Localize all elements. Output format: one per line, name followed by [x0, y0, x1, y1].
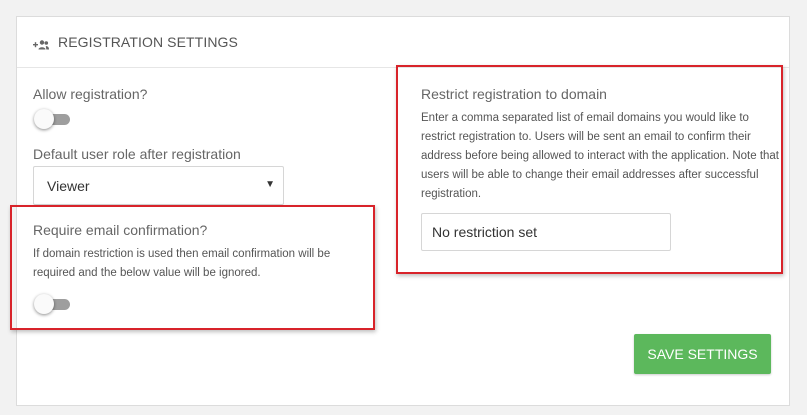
card-header: REGISTRATION SETTINGS	[17, 17, 789, 68]
add-users-icon	[33, 37, 49, 50]
email-confirmation-highlight	[10, 205, 375, 330]
default-role-label: Default user role after registration	[33, 146, 241, 162]
toggle-knob	[34, 109, 54, 129]
default-role-select[interactable]: Viewer ▼	[33, 166, 284, 205]
default-role-value: Viewer	[47, 178, 90, 194]
restrict-domain-highlight	[396, 65, 783, 274]
caret-down-icon: ▼	[265, 179, 275, 190]
save-settings-button[interactable]: SAVE SETTINGS	[634, 334, 771, 374]
allow-registration-toggle[interactable]	[34, 109, 70, 129]
card-title: REGISTRATION SETTINGS	[58, 34, 238, 50]
allow-registration-label: Allow registration?	[33, 86, 148, 102]
